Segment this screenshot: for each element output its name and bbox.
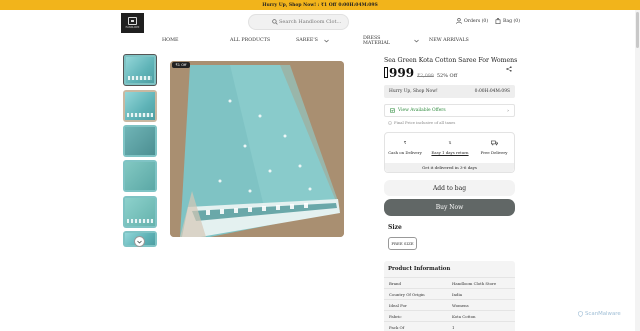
logo-text: HANDLOOM: [125, 26, 140, 29]
info-value: Womens: [452, 303, 469, 308]
thumbnails-scroll-down-button[interactable]: [134, 236, 145, 247]
table-row: Pack Of 1: [384, 321, 515, 331]
discount-badge: ₹1 Off: [172, 62, 190, 68]
product-information-title: Product Information: [388, 266, 451, 272]
free-delivery-info: Free Delivery: [474, 140, 514, 155]
urgency-text: Hurry Up, Shop Now!: [389, 89, 438, 94]
offer-tag-icon: [390, 108, 395, 113]
bag-icon: [495, 18, 501, 24]
scrollbar-thumb[interactable]: [636, 12, 639, 48]
urgency-timer: 0:00H:04M:09S: [474, 89, 510, 94]
info-value: 1: [452, 325, 455, 330]
cod-info: ₹ Cash on Delivery: [385, 140, 425, 155]
info-key: Brand: [389, 281, 402, 286]
announcement-text: Hurry Up, Shop Now! : ₹1 Off: [262, 2, 337, 8]
product-thumbnail[interactable]: [123, 54, 157, 86]
nav-new-arrivals-label: NEW ARRIVALS: [429, 38, 469, 43]
share-icon: [506, 66, 512, 72]
urgency-banner: Hurry Up, Shop Now! 0:00H:04M:09S: [384, 85, 515, 98]
product-thumbnail[interactable]: [123, 125, 157, 157]
size-heading: Size: [388, 224, 402, 231]
product-thumbnail[interactable]: [123, 160, 157, 192]
nav-item-dress-material[interactable]: DRESS MATERIAL: [363, 36, 419, 46]
currency-glyph-icon: [384, 67, 388, 78]
tax-note: Final Price inclusive of all taxes: [388, 120, 455, 125]
info-icon: [388, 120, 392, 125]
bag-label: Bag (0): [503, 18, 521, 24]
watermark: ScanMalware: [578, 311, 621, 317]
delivery-eta: Get it delivered in 3-6 days: [385, 163, 514, 172]
size-option-free-size[interactable]: FREE SIZE: [388, 237, 417, 250]
bag-link[interactable]: Bag (0): [495, 18, 520, 24]
price-row: 999 ₹2,099 52% Off: [384, 66, 457, 80]
share-button[interactable]: [506, 57, 512, 76]
info-key: Country Of Origin: [389, 292, 425, 297]
returns-label: Easy 1 days return: [431, 150, 469, 155]
nav-item-sarees[interactable]: SAREE'S: [296, 38, 329, 43]
store-logo[interactable]: HANDLOOM: [121, 13, 144, 33]
chevron-right-icon: ›: [507, 107, 509, 114]
search-input[interactable]: Search Handloom Clot...: [248, 14, 349, 30]
nav-item-all-products[interactable]: ALL PRODUCTS: [230, 38, 270, 43]
saree-image: [170, 61, 344, 237]
original-price: ₹2,099: [417, 74, 434, 79]
main-product-image[interactable]: [170, 61, 344, 237]
nav-home-label: HOME: [162, 38, 179, 43]
shield-icon: [578, 311, 583, 317]
table-row: Ideal For Womens: [384, 299, 515, 310]
search-icon: [272, 19, 278, 25]
user-icon: [456, 18, 462, 24]
price-value: 999: [389, 66, 415, 80]
nav-dress-material-label: DRESS MATERIAL: [363, 36, 390, 46]
info-value: Kota Cotton: [452, 314, 476, 319]
selling-price: 999: [384, 66, 414, 80]
product-thumbnail[interactable]: [123, 196, 157, 228]
search-placeholder: Search Handloom Clot...: [279, 19, 342, 25]
delivery-info-box: ₹ Cash on Delivery ⇅ Easy 1 days return …: [384, 132, 515, 173]
nav-all-products-label: ALL PRODUCTS: [230, 38, 271, 43]
chevron-down-icon: [414, 39, 419, 43]
tax-note-text: Final Price inclusive of all taxes: [394, 120, 456, 125]
chevron-down-icon: [137, 240, 142, 243]
nav-material-label: MATERIAL: [363, 41, 390, 46]
discount-percent: 52% Off: [436, 73, 458, 79]
cod-label: Cash on Delivery: [388, 150, 422, 155]
main-nav: HOME ALL PRODUCTS SAREE'S DRESS MATERIAL…: [0, 35, 640, 49]
watermark-text: ScanMalware: [585, 311, 621, 317]
add-to-bag-button[interactable]: Add to bag: [384, 180, 515, 196]
table-row: Fabric Kota Cotton: [384, 310, 515, 321]
buy-now-button[interactable]: Buy Now: [384, 199, 515, 216]
info-value: India: [452, 292, 463, 297]
info-key: Ideal For: [389, 303, 407, 308]
info-value: Handloom Cloth Store: [452, 281, 497, 286]
site-header: HANDLOOM Search Handloom Clot... Orders …: [0, 10, 640, 34]
table-row: Brand Handloom Cloth Store: [384, 277, 515, 288]
product-title: Sea Green Kota Cotton Saree For Womens: [384, 57, 518, 64]
info-key: Fabric: [389, 314, 402, 319]
rupee-icon: ₹: [403, 140, 407, 145]
page-scrollbar[interactable]: [635, 10, 640, 331]
nav-item-new-arrivals[interactable]: NEW ARRIVALS: [429, 38, 469, 43]
view-offers-label: View Available Offers: [398, 108, 446, 113]
orders-link[interactable]: Orders (0): [456, 18, 488, 24]
logo-mark-icon: [128, 17, 137, 25]
view-offers-button[interactable]: View Available Offers ›: [384, 104, 515, 117]
announcement-timer: 0:00H:04M:09S: [338, 2, 378, 8]
product-thumbnail[interactable]: [123, 90, 157, 122]
returns-info[interactable]: ⇅ Easy 1 days return: [430, 140, 470, 155]
product-information-table: Product Information Brand Handloom Cloth…: [384, 261, 515, 331]
info-key: Pack Of: [389, 325, 405, 330]
nav-item-home[interactable]: HOME: [162, 38, 179, 43]
table-row: Country Of Origin India: [384, 288, 515, 299]
truck-icon: [474, 140, 514, 147]
free-delivery-label: Free Delivery: [480, 150, 508, 155]
chevron-down-icon: [324, 39, 329, 42]
return-arrows-icon: ⇅: [448, 140, 452, 145]
orders-label: Orders (0): [464, 18, 489, 24]
nav-sarees-label: SAREE'S: [296, 38, 318, 43]
announcement-bar: Hurry Up, Shop Now! : ₹1 Off 0:00H:04M:0…: [0, 0, 640, 10]
